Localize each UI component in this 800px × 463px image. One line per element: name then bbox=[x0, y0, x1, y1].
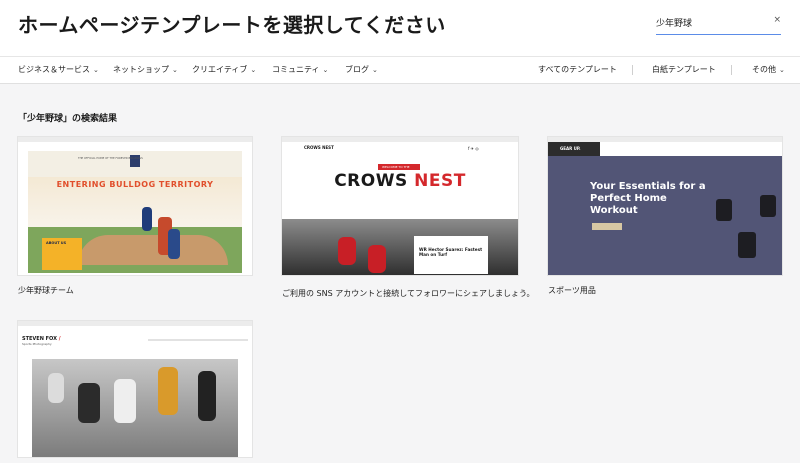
preview-top-text: THE OFFICIAL HOME OF THE FOREVER BULLDOG… bbox=[78, 157, 143, 160]
player-figure bbox=[198, 371, 216, 421]
nav-label: ネットショップ bbox=[113, 65, 169, 74]
chevron-down-icon: ⌄ bbox=[93, 66, 99, 74]
preview-post-title: WR Hector Suarez: Fastest Man on Turf bbox=[419, 247, 483, 257]
player-figure bbox=[368, 245, 386, 273]
player-figure bbox=[158, 367, 178, 415]
card-topbar bbox=[18, 137, 252, 142]
logo-mark: / bbox=[58, 336, 61, 342]
card-topbar bbox=[18, 321, 252, 326]
template-label[interactable]: 少年野球チーム bbox=[18, 285, 74, 296]
nav-creative[interactable]: クリエイティブ ⌄ bbox=[192, 64, 256, 75]
about-us-label: ABOUT US bbox=[46, 241, 67, 245]
nav-label: ブログ bbox=[345, 65, 369, 74]
chevron-down-icon: ⌄ bbox=[250, 66, 257, 74]
title-part: CROWS bbox=[334, 171, 415, 191]
template-label[interactable]: スポーツ用品 bbox=[548, 285, 596, 296]
nav-divider bbox=[731, 65, 732, 75]
player-figure bbox=[78, 383, 100, 423]
nav-blog[interactable]: ブログ ⌄ bbox=[345, 64, 378, 75]
clear-icon[interactable]: × bbox=[773, 15, 781, 25]
template-card-gear-up[interactable]: GEAR UP. Your Essentials for a Perfect H… bbox=[548, 137, 782, 275]
nav-all-templates[interactable]: すべてのテンプレート bbox=[538, 64, 617, 75]
nav-online-shop[interactable]: ネットショップ ⌄ bbox=[113, 64, 178, 75]
dumbbell-shape bbox=[738, 232, 756, 258]
preview-nav-line bbox=[148, 339, 248, 341]
preview-logo: GEAR UP. bbox=[560, 146, 581, 151]
preview-logo: CROWS NEST bbox=[304, 145, 334, 150]
nav-blank-templates[interactable]: 白紙テンプレート bbox=[652, 64, 716, 75]
template-card-crows-nest[interactable]: CROWS NEST f ✈ ◎ WELCOME TO THE CROWS NE… bbox=[282, 137, 518, 275]
preview-hero-text: ENTERING BULLDOG TERRITORY bbox=[56, 180, 214, 189]
nav-label: ビジネス＆サービス bbox=[18, 65, 90, 74]
preview-subtitle: Sports Photography bbox=[22, 342, 52, 346]
title-part-red: NEST bbox=[414, 171, 466, 191]
chevron-down-icon: ⌄ bbox=[372, 66, 378, 74]
preview-title: CROWS NEST bbox=[282, 171, 518, 191]
template-label[interactable]: ご利用の SNS アカウントと接続してフォロワーにシェアしましょう。 bbox=[282, 288, 535, 299]
preview-pill-text: WELCOME TO THE bbox=[382, 165, 410, 169]
player-figure bbox=[142, 207, 152, 231]
dumbbell-shape bbox=[760, 195, 776, 217]
page-title: ホームページテンプレートを選択してください bbox=[18, 13, 446, 37]
nav-label: クリエイティブ bbox=[192, 65, 248, 74]
search-box[interactable]: × bbox=[656, 12, 781, 35]
player-figure bbox=[338, 237, 356, 265]
results-heading: 「少年野球」の検索結果 bbox=[18, 114, 118, 124]
chevron-down-icon: ⌄ bbox=[779, 66, 785, 74]
player-figure bbox=[114, 379, 136, 423]
search-input[interactable] bbox=[656, 14, 766, 30]
nav-more[interactable]: その他 ⌄ bbox=[752, 64, 785, 75]
header: ホームページテンプレートを選択してください × bbox=[0, 0, 800, 56]
chevron-down-icon: ⌄ bbox=[322, 66, 329, 74]
dumbbell-shape bbox=[716, 199, 732, 221]
template-card-baseball[interactable]: THE OFFICIAL HOME OF THE FOREVER BULLDOG… bbox=[18, 137, 252, 275]
nav-divider bbox=[632, 65, 633, 75]
preview-title: Your Essentials for a Perfect Home Worko… bbox=[590, 181, 706, 216]
player-figure bbox=[48, 373, 64, 403]
preview-button bbox=[592, 223, 622, 230]
preview-infield bbox=[78, 235, 228, 265]
nav-label: コミュニティ bbox=[272, 65, 320, 74]
player-figure bbox=[168, 229, 180, 259]
nav-community[interactable]: コミュニティ ⌄ bbox=[272, 64, 328, 75]
template-card-steven-fox[interactable]: STEVEN FOX / Sports Photography bbox=[18, 321, 252, 457]
social-icons: f ✈ ◎ bbox=[468, 146, 479, 151]
nav-business[interactable]: ビジネス＆サービス ⌄ bbox=[18, 64, 99, 75]
chevron-down-icon: ⌄ bbox=[172, 66, 178, 74]
category-nav: ビジネス＆サービス ⌄ ネットショップ ⌄ クリエイティブ ⌄ コミュニティ ⌄ ブログ… bbox=[0, 56, 800, 84]
nav-label: その他 bbox=[752, 65, 776, 74]
